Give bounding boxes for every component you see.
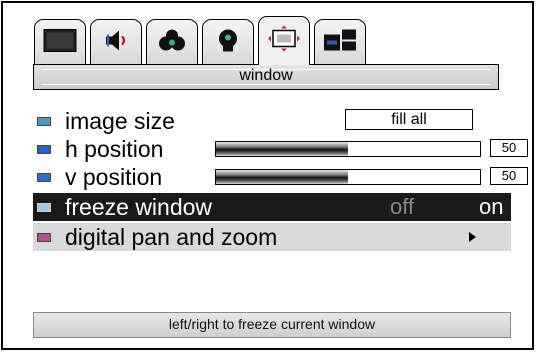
help-hint-bar: left/right to freeze current window — [33, 312, 511, 338]
pan-zoom-icon — [37, 233, 51, 242]
color-dots-icon — [156, 28, 188, 57]
tab-color[interactable] — [146, 19, 198, 65]
v-position-label: v position — [65, 164, 163, 190]
freeze-window-icon — [37, 203, 51, 212]
submenu-arrow-icon — [469, 232, 476, 242]
tab-window[interactable] — [258, 16, 310, 65]
freeze-option-on[interactable]: on — [479, 193, 503, 221]
layout-blocks-icon — [323, 28, 357, 57]
window-frame-icon — [267, 25, 301, 58]
tab-picture[interactable] — [34, 19, 86, 65]
speaker-icon — [102, 28, 130, 57]
v-position-slider-fill — [216, 170, 348, 184]
h-position-slider[interactable] — [215, 141, 481, 157]
monitor-icon — [43, 28, 77, 57]
menu-title: window — [239, 67, 293, 84]
freeze-option-off[interactable]: off — [390, 193, 414, 221]
image-size-label: image size — [65, 108, 175, 134]
h-position-value: 50 — [490, 139, 528, 157]
h-position-slider-fill — [216, 142, 348, 156]
tab-lamp[interactable] — [202, 19, 254, 65]
menu-item-h-position[interactable]: h position 50 — [33, 135, 528, 163]
menu-item-image-size[interactable]: image size fill all — [33, 107, 511, 135]
menu-item-v-position[interactable]: v position 50 — [33, 163, 528, 191]
h-position-icon — [37, 145, 51, 154]
tab-setup[interactable] — [314, 19, 366, 65]
menu-item-freeze-window[interactable]: freeze window off on — [33, 193, 511, 221]
v-position-icon — [37, 173, 51, 182]
lightbulb-icon — [215, 27, 241, 58]
v-position-value: 50 — [490, 167, 528, 185]
v-position-slider[interactable] — [215, 169, 481, 185]
pan-zoom-label: digital pan and zoom — [65, 224, 278, 250]
menu-item-digital-pan-zoom[interactable]: digital pan and zoom — [33, 223, 511, 251]
menu-title-bar: window — [33, 64, 499, 90]
h-position-label: h position — [65, 136, 164, 162]
image-size-value[interactable]: fill all — [345, 109, 473, 130]
image-size-icon — [37, 117, 51, 126]
freeze-window-label: freeze window — [65, 194, 213, 220]
tab-audio[interactable] — [90, 19, 142, 65]
